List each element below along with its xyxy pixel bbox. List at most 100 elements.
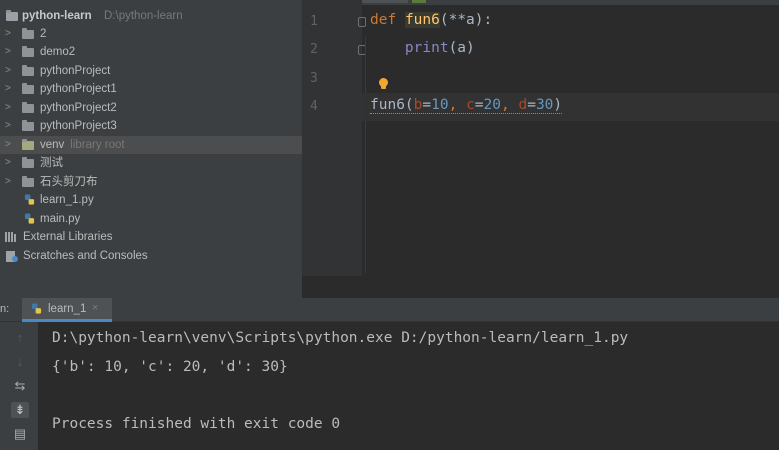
tree-item-label: pythonProject2 (40, 102, 117, 114)
line-number-gutter: 1 2 3 4 (302, 0, 366, 276)
arrow-up-icon[interactable]: ↑ (11, 330, 29, 346)
equals: = (527, 97, 536, 113)
tree-item-label: pythonProject3 (40, 120, 117, 132)
tree-item-test[interactable]: > 测试 (0, 154, 302, 172)
chevron-right-icon[interactable]: > (5, 154, 15, 172)
folder-icon (22, 102, 34, 113)
paren-open: ( (404, 97, 414, 113)
editor-tab-strip (302, 0, 779, 5)
tree-item-demo2[interactable]: > demo2 (0, 43, 302, 61)
line-number: 3 (310, 71, 318, 86)
tree-item-label: 石头剪刀布 (40, 176, 98, 188)
tree-item-label: pythonProject1 (40, 83, 117, 95)
tree-item-label: main.py (40, 213, 81, 225)
kwarg-name: d (518, 97, 528, 113)
tree-item-pythonproject[interactable]: > pythonProject (0, 62, 302, 80)
editor-tab[interactable] (412, 0, 426, 3)
python-file-icon (31, 303, 42, 314)
call-args: (a) (448, 40, 475, 56)
chevron-right-icon[interactable]: > (5, 80, 15, 98)
indent-guide (365, 37, 366, 273)
tree-item-venv[interactable]: > venv library root (0, 136, 302, 154)
kwarg-value: 30 (535, 97, 554, 113)
code-line-2: print(a) (370, 40, 475, 56)
run-panel-header: n: learn_1 × (0, 298, 779, 322)
kwarg-value: 20 (483, 97, 501, 113)
python-file-icon (24, 213, 35, 224)
root-folder-name: python-learn (22, 10, 92, 22)
tree-item-pythonproject3[interactable]: > pythonProject3 (0, 117, 302, 135)
chevron-right-icon[interactable]: > (5, 173, 15, 191)
folder-icon (22, 28, 34, 39)
editor-bottom-area (302, 276, 779, 298)
keyword-def: def (370, 12, 397, 28)
tree-item-pythonproject1[interactable]: > pythonProject1 (0, 80, 302, 98)
scroll-to-end-icon[interactable]: ⇟ (11, 402, 29, 418)
project-tree: python-learn D:\python-learn > 2 > demo2… (0, 0, 302, 298)
function-signature: (**a): (439, 12, 493, 28)
folder-icon (22, 176, 34, 187)
line-number: 4 (310, 99, 318, 114)
tree-item-2[interactable]: > 2 (0, 25, 302, 43)
tree-item-label: 2 (40, 28, 47, 40)
kwarg-name: c (466, 97, 475, 113)
folder-icon (6, 10, 18, 21)
code-line-1: def fun6(**a): (370, 12, 492, 28)
line-number: 2 (310, 42, 318, 57)
comma: , (448, 97, 467, 113)
folder-icon (22, 46, 34, 57)
comma: , (501, 97, 519, 113)
folder-icon (22, 139, 34, 150)
chevron-right-icon[interactable]: > (5, 43, 15, 61)
tree-item-main-py[interactable]: main.py (0, 210, 302, 228)
tree-item-label: 测试 (40, 157, 63, 169)
tree-root-python-learn[interactable]: python-learn D:\python-learn (0, 7, 302, 25)
builtin-print: print (404, 40, 449, 56)
soft-wrap-icon[interactable]: ⇆ (11, 378, 29, 394)
chevron-right-icon[interactable]: > (5, 62, 15, 80)
tree-item-label: venv (40, 139, 65, 151)
function-name: fun6 (404, 12, 440, 28)
tree-item-external-libraries[interactable]: External Libraries (0, 228, 302, 246)
lightbulb-icon[interactable] (379, 78, 388, 89)
chevron-right-icon[interactable]: > (5, 136, 15, 154)
paren-close: ) (553, 97, 563, 113)
fold-start-icon[interactable] (358, 17, 366, 27)
code-editor[interactable]: 1 2 3 4 def fun6(**a): print(a) fun6(b=1… (302, 0, 779, 276)
equals: = (422, 97, 432, 113)
tree-item-label: Scratches and Consoles (23, 250, 148, 262)
console-line-output: {'b': 10, 'c': 20, 'd': 30} (52, 359, 288, 375)
tree-item-label: External Libraries (23, 231, 113, 243)
root-folder-path: D:\python-learn (104, 10, 183, 22)
tree-item-label: demo2 (40, 46, 76, 58)
run-console[interactable]: D:\python-learn\venv\Scripts\python.exe … (38, 322, 779, 450)
arrow-down-icon[interactable]: ↓ (11, 354, 29, 370)
line-number: 1 (310, 14, 318, 29)
tree-item-label: learn_1.py (40, 194, 94, 206)
tree-item-scratches[interactable]: Scratches and Consoles (0, 247, 302, 265)
folder-icon (22, 83, 34, 94)
chevron-right-icon[interactable]: > (5, 117, 15, 135)
scratches-icon (6, 251, 18, 262)
python-file-icon (24, 194, 35, 205)
tree-item-learn-1-py[interactable]: learn_1.py (0, 191, 302, 209)
print-icon[interactable]: ▤ (11, 426, 29, 442)
chevron-right-icon[interactable]: > (5, 25, 15, 43)
run-tab-label: learn_1 (48, 303, 87, 315)
run-tab-learn-1[interactable]: learn_1 × (22, 298, 112, 322)
folder-icon (22, 157, 34, 168)
chevron-right-icon[interactable]: > (5, 99, 15, 117)
close-icon[interactable]: × (92, 302, 98, 314)
call-function-name: fun6 (370, 97, 405, 113)
tree-item-rock-paper-scissors[interactable]: > 石头剪刀布 (0, 173, 302, 191)
code-line-4: fun6(b=10, c=20, d=30) (370, 97, 563, 114)
run-toolbar: ↑ ↓ ⇆ ⇟ ▤ (0, 322, 38, 450)
folder-icon (22, 65, 34, 76)
folder-icon (22, 120, 34, 131)
run-panel-label: n: (0, 303, 10, 315)
kwarg-value: 10 (431, 97, 449, 113)
console-line-exit: Process finished with exit code 0 (52, 416, 341, 432)
tree-item-pythonproject2[interactable]: > pythonProject2 (0, 99, 302, 117)
editor-tab[interactable] (360, 0, 408, 3)
